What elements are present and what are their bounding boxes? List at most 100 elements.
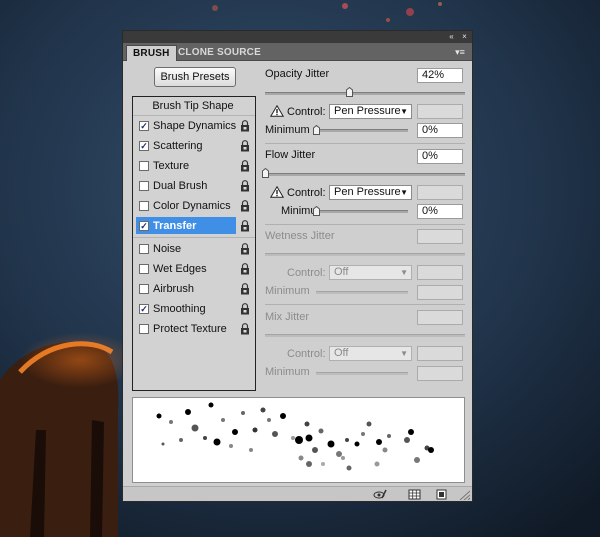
wetness-control-label: Control: <box>287 267 326 279</box>
checkbox-wet-edges[interactable] <box>139 264 149 274</box>
opacity-control-select[interactable]: Pen Pressure ▼ <box>329 104 412 119</box>
wetness-minimum-label: Minimum <box>265 285 310 297</box>
flow-control-label: Control: <box>287 187 326 199</box>
tab-bar: BRUSH CLONE SOURCE ▾≡ <box>123 43 472 61</box>
lock-icon[interactable] <box>240 160 250 172</box>
flow-control-extra-field <box>417 185 463 200</box>
lock-icon[interactable] <box>240 263 250 275</box>
checkbox-noise[interactable] <box>139 244 149 254</box>
close-icon[interactable]: × <box>459 32 470 41</box>
wetness-minimum-field <box>417 285 463 300</box>
list-item-protect-texture[interactable]: Protect Texture <box>133 320 255 338</box>
mix-jitter-slider <box>265 334 465 337</box>
checkbox-smoothing[interactable]: ✓ <box>139 304 149 314</box>
lock-icon[interactable] <box>240 323 250 335</box>
flow-minimum-slider[interactable] <box>316 210 408 213</box>
flow-control-select[interactable]: Pen Pressure ▼ <box>329 185 412 200</box>
lock-icon[interactable] <box>240 303 250 315</box>
warning-icon <box>270 105 284 117</box>
panel-bottom-bar <box>123 486 472 501</box>
list-item-label: Shape Dynamics <box>153 120 237 132</box>
panel-titlebar: « × <box>123 31 472 43</box>
divider <box>133 237 255 238</box>
chevron-down-icon: ▼ <box>400 349 408 358</box>
wetness-minimum-slider <box>316 291 408 294</box>
flow-jitter-slider[interactable] <box>265 173 465 176</box>
section-divider <box>265 304 465 305</box>
list-item-noise[interactable]: Noise <box>133 240 255 258</box>
list-item-label: Color Dynamics <box>153 200 231 212</box>
opacity-control-extra-field <box>417 104 463 119</box>
list-item-label: Scattering <box>153 140 203 152</box>
flow-minimum-slider-thumb[interactable] <box>313 206 320 216</box>
opacity-minimum-field[interactable]: 0% <box>417 123 463 138</box>
list-item-dual-brush[interactable]: Dual Brush <box>133 177 255 195</box>
section-divider <box>265 143 465 144</box>
list-item-airbrush[interactable]: Airbrush <box>133 280 255 298</box>
mix-control-value: Off <box>334 347 349 359</box>
flow-minimum-field[interactable]: 0% <box>417 204 463 219</box>
list-item-scattering[interactable]: ✓ Scattering <box>133 137 255 155</box>
checkbox-color-dynamics[interactable] <box>139 201 149 211</box>
mix-jitter-label: Mix Jitter <box>265 311 309 323</box>
checkbox-airbrush[interactable] <box>139 284 149 294</box>
opacity-minimum-slider-thumb[interactable] <box>313 125 320 135</box>
checkbox-transfer[interactable]: ✓ <box>139 221 149 231</box>
mix-control-label: Control: <box>287 348 326 360</box>
panel-menu-icon[interactable]: ▾≡ <box>452 46 468 58</box>
wetness-jitter-label: Wetness Jitter <box>265 230 335 242</box>
collapse-icon[interactable]: « <box>446 32 457 41</box>
lock-icon[interactable] <box>240 140 250 152</box>
warning-icon <box>270 186 284 198</box>
checkbox-shape-dynamics[interactable]: ✓ <box>139 121 149 131</box>
tab-clone-source[interactable]: CLONE SOURCE <box>172 45 267 61</box>
tab-brush[interactable]: BRUSH <box>126 45 177 61</box>
lock-icon[interactable] <box>240 243 250 255</box>
opacity-jitter-slider-thumb[interactable] <box>345 87 353 97</box>
opacity-jitter-slider[interactable] <box>265 92 465 95</box>
opacity-jitter-field[interactable]: 42% <box>417 68 463 83</box>
lock-icon[interactable] <box>240 283 250 295</box>
list-item-texture[interactable]: Texture <box>133 157 255 175</box>
list-item-shape-dynamics[interactable]: ✓ Shape Dynamics <box>133 117 255 135</box>
checkbox-texture[interactable] <box>139 161 149 171</box>
grid-icon[interactable] <box>408 489 422 500</box>
mix-control-extra-field <box>417 346 463 361</box>
list-item-label: Smoothing <box>153 303 206 315</box>
new-preset-icon[interactable] <box>435 489 449 500</box>
brush-settings-list: Brush Tip Shape ✓ Shape Dynamics ✓ Scatt… <box>132 96 256 391</box>
opacity-minimum-slider[interactable] <box>316 129 408 132</box>
list-item-label: Airbrush <box>153 283 194 295</box>
list-item-label: Transfer <box>153 220 197 232</box>
list-item-color-dynamics[interactable]: Color Dynamics <box>133 197 255 215</box>
lock-icon[interactable] <box>240 200 250 212</box>
divider <box>133 115 255 116</box>
mix-minimum-field <box>417 366 463 381</box>
wetness-control-select: Off ▼ <box>329 265 412 280</box>
list-item-brush-tip-shape[interactable]: Brush Tip Shape <box>133 97 255 115</box>
list-item-wet-edges[interactable]: Wet Edges <box>133 260 255 278</box>
flow-control-value: Pen Pressure <box>334 186 401 198</box>
brush-presets-button[interactable]: Brush Presets <box>154 67 236 87</box>
flow-jitter-label: Flow Jitter <box>265 149 316 161</box>
checkbox-protect-texture[interactable] <box>139 324 149 334</box>
list-item-smoothing[interactable]: ✓ Smoothing <box>133 300 255 318</box>
flow-minimum-label: Minimu <box>281 205 317 217</box>
list-item-label: Noise <box>153 243 182 255</box>
wetness-control-value: Off <box>334 266 349 278</box>
resize-grip-icon[interactable] <box>457 489 471 500</box>
lock-icon[interactable] <box>240 220 250 232</box>
list-item-label: Wet Edges <box>153 263 207 275</box>
flow-jitter-field[interactable]: 0% <box>417 149 463 164</box>
lock-icon[interactable] <box>240 180 250 192</box>
lock-icon[interactable] <box>240 120 250 132</box>
list-item-label: Brush Tip Shape <box>152 100 234 112</box>
checkbox-dual-brush[interactable] <box>139 181 149 191</box>
checkbox-scattering[interactable]: ✓ <box>139 141 149 151</box>
eye-brush-icon[interactable] <box>373 489 387 500</box>
chevron-down-icon: ▼ <box>400 107 408 116</box>
flow-jitter-slider-thumb[interactable] <box>261 168 269 178</box>
section-divider <box>265 224 465 225</box>
list-item-transfer[interactable]: ✓ Transfer <box>133 217 255 235</box>
chevron-down-icon: ▼ <box>400 188 408 197</box>
